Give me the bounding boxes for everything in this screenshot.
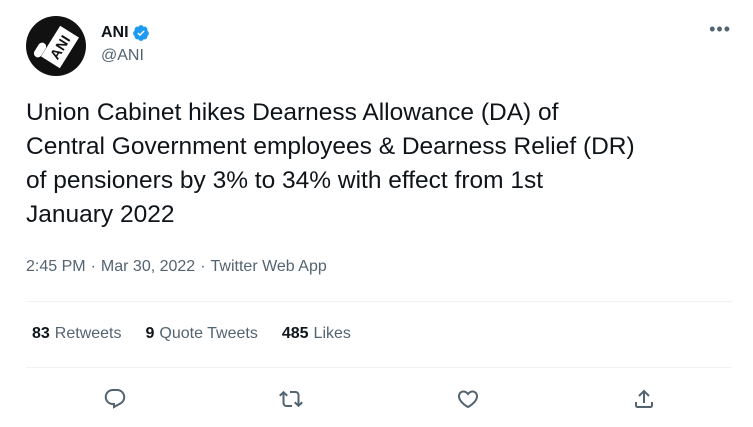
tweet-source-app[interactable]: Twitter Web App xyxy=(211,258,327,276)
likes-count: 485 xyxy=(281,325,309,342)
verified-badge-icon xyxy=(132,25,149,41)
heart-icon xyxy=(457,390,479,409)
author-name-row: ANI xyxy=(101,22,150,44)
avatar-logo: ANI xyxy=(41,25,79,69)
reply-icon xyxy=(104,389,126,409)
tweet-actions xyxy=(0,379,753,419)
retweets-count: 83 xyxy=(32,325,50,342)
retweet-icon xyxy=(279,390,303,408)
tweet-meta: 2:45 PM · Mar 30, 2022 · Twitter Web App xyxy=(26,258,327,276)
retweet-button[interactable] xyxy=(271,379,311,419)
tweet-card: ANI ANI @ANI ••• Union Cabinet hikes Dea… xyxy=(0,0,753,427)
reply-button[interactable] xyxy=(95,379,135,419)
share-icon xyxy=(635,389,653,408)
tweet-date[interactable]: Mar 30, 2022 xyxy=(101,258,195,276)
retweets-label: Retweets xyxy=(54,325,122,342)
tweet-stats: 83 Retweets 9 Quote Tweets 485 Likes xyxy=(32,325,351,343)
more-options-icon[interactable]: ••• xyxy=(709,20,731,38)
tweet-time[interactable]: 2:45 PM xyxy=(26,258,86,276)
avatar[interactable]: ANI xyxy=(26,16,86,76)
meta-separator: · xyxy=(90,258,96,275)
quote-tweets-stat[interactable]: 9 Quote Tweets xyxy=(146,325,258,343)
quote-tweets-count: 9 xyxy=(145,325,155,342)
meta-separator: · xyxy=(200,258,206,275)
divider xyxy=(26,367,732,368)
like-button[interactable] xyxy=(448,379,488,419)
quote-tweets-label: Quote Tweets xyxy=(159,325,258,342)
author-display-name[interactable]: ANI xyxy=(101,24,129,42)
likes-label: Likes xyxy=(313,325,351,342)
author-handle[interactable]: @ANI xyxy=(101,47,144,65)
divider xyxy=(26,301,732,302)
likes-stat[interactable]: 485 Likes xyxy=(282,325,351,343)
tweet-text: Union Cabinet hikes Dearness Allowance (… xyxy=(26,99,635,228)
retweets-stat[interactable]: 83 Retweets xyxy=(32,325,122,343)
share-button[interactable] xyxy=(624,379,664,419)
